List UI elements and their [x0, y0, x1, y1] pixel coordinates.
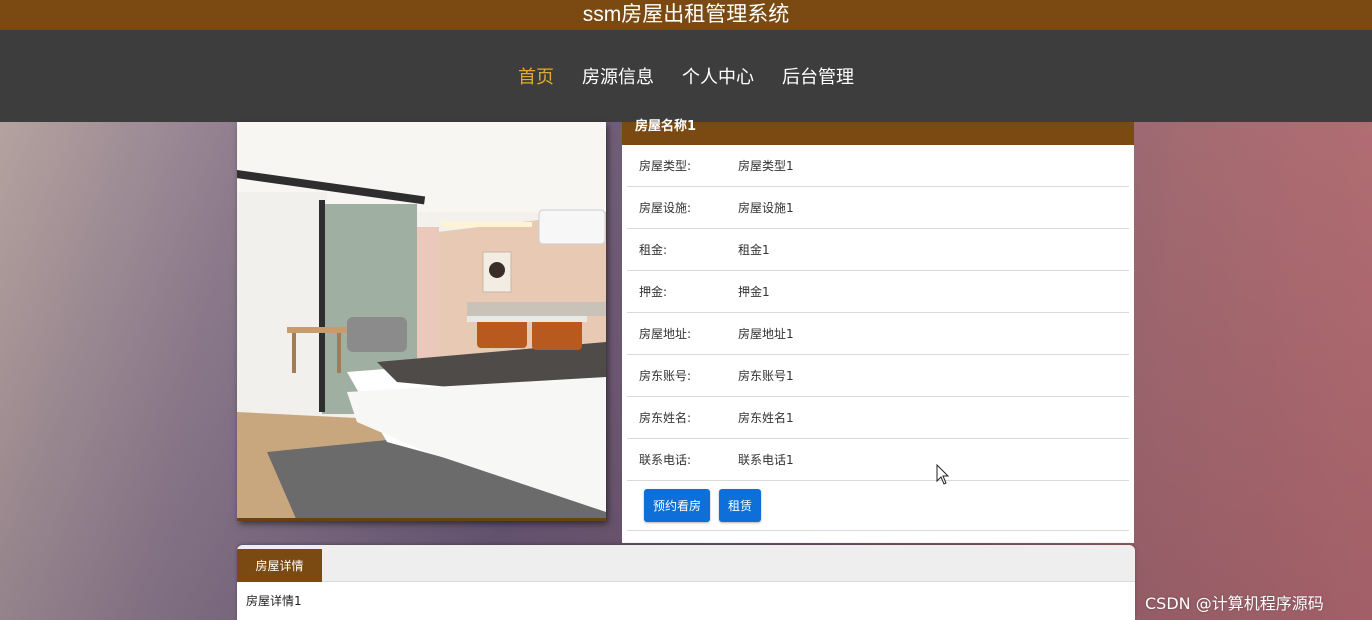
- info-row: 押金: 押金1: [627, 271, 1129, 313]
- info-row: 联系电话: 联系电话1: [627, 439, 1129, 481]
- house-info-panel: 房屋名称1 房屋类型: 房屋类型1 房屋设施: 房屋设施1 租金: 租金1 押金…: [622, 120, 1134, 543]
- field-label: 房屋地址:: [639, 327, 692, 341]
- nav-item-profile[interactable]: 个人中心: [682, 63, 754, 89]
- watermark: CSDN @计算机程序源码: [1145, 594, 1324, 613]
- mouse-cursor-icon: [936, 464, 950, 485]
- field-label: 联系电话:: [639, 453, 692, 467]
- field-value: 房屋类型1: [738, 159, 794, 173]
- field-value: 联系电话1: [738, 453, 794, 467]
- action-buttons: 预约看房 租赁: [627, 481, 1129, 531]
- bedroom-photo: [237, 122, 606, 518]
- field-value: 房屋设施1: [738, 201, 794, 215]
- field-value: 租金1: [738, 243, 770, 257]
- house-detail-section: 房屋详情 房屋详情1: [237, 545, 1135, 620]
- nav-item-home[interactable]: 首页: [518, 63, 554, 89]
- nav-item-listings[interactable]: 房源信息: [582, 63, 654, 89]
- site-title: ssm房屋出租管理系统: [582, 3, 790, 26]
- house-fields: 房屋类型: 房屋类型1 房屋设施: 房屋设施1 租金: 租金1 押金: 押金1 …: [627, 145, 1129, 481]
- house-photo: [237, 122, 606, 521]
- book-viewing-button[interactable]: 预约看房: [644, 489, 711, 522]
- field-value: 押金1: [738, 285, 770, 299]
- field-label: 房东账号:: [639, 369, 692, 383]
- rent-button[interactable]: 租赁: [719, 489, 762, 522]
- house-name: 房屋名称1: [622, 120, 1134, 145]
- info-row: 房屋类型: 房屋类型1: [627, 145, 1129, 187]
- info-row: 房东姓名: 房东姓名1: [627, 397, 1129, 439]
- info-row: 房屋地址: 房屋地址1: [627, 313, 1129, 355]
- info-row: 房屋设施: 房屋设施1: [627, 187, 1129, 229]
- field-label: 房东姓名:: [639, 411, 692, 425]
- title-bar: ssm房屋出租管理系统: [0, 0, 1372, 30]
- main-nav: 首页 房源信息 个人中心 后台管理: [0, 30, 1372, 122]
- field-label: 房屋类型:: [639, 159, 692, 173]
- tab-house-detail[interactable]: 房屋详情: [237, 549, 322, 582]
- field-value: 房屋地址1: [738, 327, 794, 341]
- info-row: 租金: 租金1: [627, 229, 1129, 271]
- info-row: 房东账号: 房东账号1: [627, 355, 1129, 397]
- field-value: 房东姓名1: [738, 411, 794, 425]
- detail-tabbar: 房屋详情: [237, 545, 1135, 582]
- field-label: 租金:: [639, 243, 668, 257]
- field-label: 押金:: [639, 285, 668, 299]
- nav-item-admin[interactable]: 后台管理: [782, 63, 854, 89]
- detail-content: 房屋详情1: [246, 594, 302, 608]
- field-label: 房屋设施:: [639, 201, 692, 215]
- field-value: 房东账号1: [738, 369, 794, 383]
